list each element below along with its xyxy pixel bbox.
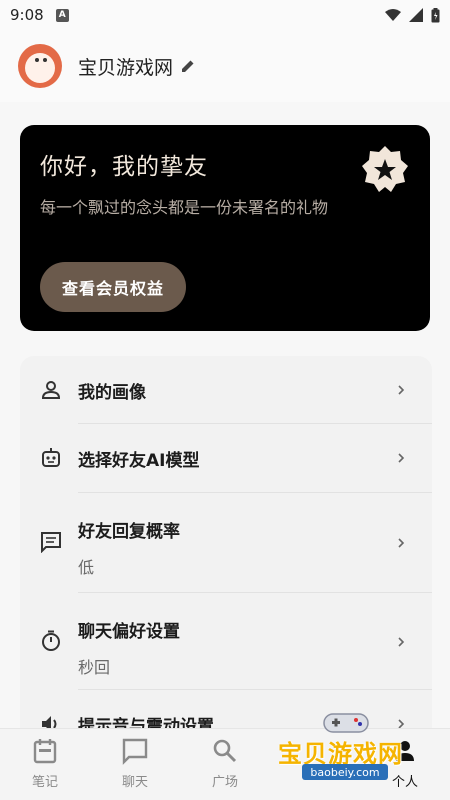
chat-icon <box>122 738 148 765</box>
settings-list: 我的画像 选择好友AI模型 好友回复概率 低 聊天偏好设置 秒回 提示音与震动设… <box>20 356 432 756</box>
app-name: 宝贝游戏网 <box>78 56 174 79</box>
nav-label: 广场 <box>211 775 238 790</box>
timer-icon <box>42 630 60 651</box>
setting-label: 聊天偏好设置 <box>78 622 180 642</box>
status-icons <box>385 7 440 23</box>
watermark-url: baobeiy.com <box>302 764 388 780</box>
setting-chat-preference[interactable]: 聊天偏好设置 秒回 <box>20 593 432 689</box>
notification-a-icon: A <box>55 8 69 22</box>
setting-value: 秒回 <box>78 658 111 677</box>
wifi-icon <box>385 9 401 21</box>
setting-reply-probability[interactable]: 好友回复概率 低 <box>20 493 432 592</box>
avatar-face <box>25 53 55 83</box>
chevron-right-icon <box>398 385 405 395</box>
message-icon <box>41 532 61 553</box>
star-badge-icon <box>362 146 408 192</box>
setting-label: 我的画像 <box>78 383 146 403</box>
nav-chat[interactable]: 聊天 <box>90 729 180 800</box>
setting-my-portrait[interactable]: 我的画像 <box>20 356 432 423</box>
edit-icon[interactable] <box>181 59 195 73</box>
promo-subtitle: 每一个飘过的念头都是一份未署名的礼物 <box>40 198 329 217</box>
chevron-right-icon <box>398 453 405 463</box>
gamepad-icon <box>323 713 369 733</box>
setting-text: 好友回复概率 低 <box>78 517 180 578</box>
chevron-right-icon <box>398 637 405 647</box>
battery-icon <box>431 7 440 22</box>
setting-value: 低 <box>78 558 95 577</box>
status-time: 9:08 <box>10 6 44 24</box>
watermark-logo: 宝贝游戏网 baobeiy.com <box>272 706 422 792</box>
robot-icon <box>42 448 60 467</box>
nav-notes[interactable]: 笔记 <box>0 729 90 800</box>
profile-header: 宝贝游戏网 <box>0 30 450 102</box>
promo-title: 你好，我的挚友 <box>40 154 208 180</box>
cellular-icon <box>409 8 423 22</box>
setting-text: 聊天偏好设置 秒回 <box>78 617 180 678</box>
avatar-eye-right <box>43 58 47 62</box>
view-membership-button[interactable]: 查看会员权益 <box>40 262 186 312</box>
setting-label: 选择好友AI模型 <box>78 451 200 471</box>
status-bar: 9:08 A <box>0 0 450 30</box>
setting-text: 选择好友AI模型 <box>78 446 199 471</box>
chevron-right-icon <box>398 538 405 548</box>
nav-plaza[interactable]: 广场 <box>180 729 270 800</box>
search-icon <box>213 739 237 763</box>
avatar-eye-left <box>35 58 39 62</box>
person-icon <box>41 381 61 399</box>
nav-label: 聊天 <box>121 775 148 790</box>
avatar[interactable] <box>18 44 62 88</box>
setting-label: 好友回复概率 <box>78 522 180 542</box>
notes-icon <box>33 739 57 764</box>
setting-ai-model[interactable]: 选择好友AI模型 <box>20 424 432 492</box>
setting-text: 我的画像 <box>78 378 146 403</box>
membership-card: 你好，我的挚友 每一个飘过的念头都是一份未署名的礼物 查看会员权益 <box>20 125 430 331</box>
nav-label: 笔记 <box>31 775 58 790</box>
